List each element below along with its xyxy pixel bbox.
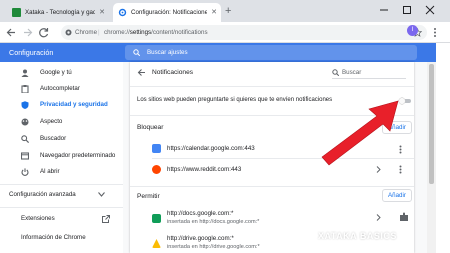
window-edge xyxy=(436,43,450,253)
sidebar-item-google[interactable]: Google y tú xyxy=(0,65,123,81)
forward-icon[interactable] xyxy=(21,26,34,39)
sidebar-item-label: Navegador predeterminado xyxy=(40,152,116,159)
extension-puzzle-icon xyxy=(399,212,409,222)
search-placeholder: Buscar ajustes xyxy=(147,49,188,56)
sidebar-item-appearance[interactable]: Aspecto xyxy=(0,114,123,130)
page-title: Notificaciones xyxy=(152,69,194,76)
address-separator: | xyxy=(98,29,100,36)
power-icon xyxy=(21,168,29,176)
sidebar-item-label: Privacidad y seguridad xyxy=(40,101,108,108)
tab-title: Xataka - Tecnología y gadgets, m xyxy=(25,9,95,16)
settings-title: Configuración xyxy=(9,48,54,57)
tab-xataka[interactable]: Xataka - Tecnología y gadgets, m ✕ xyxy=(7,3,109,22)
about-label: Información de Chrome xyxy=(21,234,86,241)
chevron-right-icon[interactable] xyxy=(376,214,381,221)
embedded-note: insertada en http://docs.google.com:* xyxy=(167,219,260,225)
watermark: XATAKA BASICS xyxy=(318,231,397,241)
advanced-label: Configuración avanzada xyxy=(9,191,76,198)
add-allow-button[interactable]: Añadir xyxy=(382,189,412,202)
settings-gear-icon xyxy=(118,8,127,17)
open-external-icon xyxy=(102,215,110,223)
browser-icon xyxy=(21,152,29,160)
site-url: https://calendar.google.com:443 xyxy=(167,145,255,152)
maximize-icon[interactable] xyxy=(401,3,413,17)
person-icon xyxy=(21,69,29,77)
site-url: http://drive.google.com:* xyxy=(167,235,234,242)
sidebar-item-search-engine[interactable]: Buscador xyxy=(0,131,123,147)
notifications-search-input[interactable]: Buscar xyxy=(332,66,406,79)
sidebar-item-default-browser[interactable]: Navegador predeterminado xyxy=(0,148,123,164)
search-placeholder: Buscar xyxy=(342,69,362,76)
clipboard-icon xyxy=(21,85,29,93)
sidebar-advanced[interactable]: Configuración avanzada xyxy=(0,187,123,203)
back-arrow-icon[interactable] xyxy=(137,68,146,77)
reddit-favicon-icon xyxy=(152,165,161,174)
sidebar-item-label: Al abrir xyxy=(40,168,60,175)
sidebar-item-autofill[interactable]: Autocompletar xyxy=(0,81,123,97)
allow-section-title: Permitir xyxy=(137,193,160,200)
sidebar-about-chrome[interactable]: Información de Chrome xyxy=(0,230,123,246)
block-section-title: Bloquear xyxy=(137,124,164,131)
close-icon[interactable]: ✕ xyxy=(99,3,105,22)
address-bar[interactable]: Chrome | chrome://settings/content/notif… xyxy=(61,25,427,40)
scrollbar-thumb[interactable] xyxy=(429,64,434,184)
chrome-logo-icon xyxy=(65,29,72,36)
tab-title: Configuración: Notificaciones xyxy=(131,9,207,16)
back-icon[interactable] xyxy=(5,26,18,39)
sidebar-item-label: Autocompletar xyxy=(40,85,80,92)
sidebar-divider xyxy=(0,184,123,185)
divider xyxy=(130,186,414,187)
shield-icon xyxy=(21,101,29,109)
calendar-favicon-icon xyxy=(152,144,161,153)
site-url: http://docs.google.com:* xyxy=(167,210,234,217)
address-url: chrome://settings/content/notifications xyxy=(104,29,208,36)
annotation-arrow-icon xyxy=(318,98,402,168)
chevron-down-icon xyxy=(98,192,105,197)
close-window-icon[interactable] xyxy=(424,3,436,17)
sidebar-item-label: Buscador xyxy=(40,135,67,142)
xataka-logo-icon xyxy=(302,230,314,241)
close-icon[interactable]: ✕ xyxy=(211,3,217,22)
sidebar-item-on-startup[interactable]: Al abrir xyxy=(0,164,123,180)
search-icon xyxy=(133,49,140,56)
address-site: Chrome xyxy=(75,29,98,36)
ask-before-sending-label: Los sitios web pueden preguntarte si qui… xyxy=(137,97,333,103)
settings-header: Configuración Buscar ajustes xyxy=(0,43,436,62)
settings-search-input[interactable]: Buscar ajustes xyxy=(125,45,417,60)
xataka-favicon-icon xyxy=(12,8,21,17)
sidebar-item-label: Aspecto xyxy=(40,118,63,125)
divider xyxy=(130,86,414,87)
extensions-label: Extensiones xyxy=(21,215,55,222)
tab-settings[interactable]: Configuración: Notificaciones ✕ xyxy=(113,3,221,22)
sidebar-item-label: Google y tú xyxy=(40,69,72,76)
menu-dots-icon[interactable] xyxy=(433,27,437,38)
search-icon xyxy=(21,135,29,143)
sidebar-extensions[interactable]: Extensiones xyxy=(0,211,123,227)
new-tab-button[interactable]: + xyxy=(225,4,231,18)
search-icon xyxy=(332,69,339,76)
sidebar-item-privacy[interactable]: Privacidad y seguridad xyxy=(0,97,123,113)
profile-avatar[interactable]: I xyxy=(407,25,418,36)
minimize-icon[interactable] xyxy=(378,3,390,17)
reload-icon[interactable] xyxy=(37,26,50,39)
sidebar-divider xyxy=(0,207,123,208)
palette-icon xyxy=(21,118,29,126)
site-url: https://www.reddit.com:443 xyxy=(167,166,242,173)
embedded-note: insertada en http://drive.google.com:* xyxy=(167,244,260,250)
docs-favicon-icon xyxy=(152,214,161,223)
